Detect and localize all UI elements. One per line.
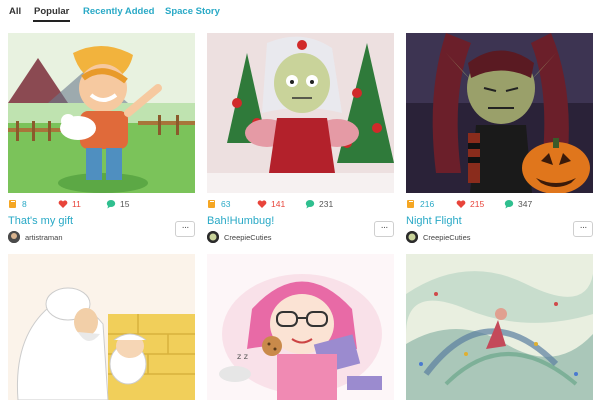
ellipsis-icon: ··· xyxy=(380,222,389,233)
more-options-button[interactable]: ··· xyxy=(374,221,394,237)
avatar xyxy=(406,231,418,243)
story-card xyxy=(8,254,195,400)
comments-stat[interactable]: 347 xyxy=(504,199,532,209)
comments-stat[interactable]: 231 xyxy=(305,199,333,209)
story-title[interactable]: Night Flight xyxy=(406,215,462,227)
tab-space-story[interactable]: Space Story xyxy=(165,6,220,17)
author-name: CreepieCuties xyxy=(423,232,471,242)
heart-icon xyxy=(257,200,267,208)
more-options-button[interactable]: ··· xyxy=(573,221,593,237)
story-author[interactable]: CreepieCuties xyxy=(406,230,471,244)
story-card: 216 215 347 Night Flight CreepieCuties ·… xyxy=(406,33,593,248)
likes-count: 141 xyxy=(271,199,286,209)
story-title[interactable]: That's my gift xyxy=(8,215,73,227)
story-author[interactable]: artistraman xyxy=(8,230,63,244)
story-cover-image[interactable] xyxy=(406,33,593,193)
story-card: 8 11 15 That's my gift artistraman ··· xyxy=(8,33,195,248)
reads-stat: 63 xyxy=(207,199,230,209)
reading-girl-illustration: z z xyxy=(207,254,394,400)
story-cover-image[interactable] xyxy=(406,254,593,400)
grandfather-child-illustration xyxy=(8,254,195,400)
svg-text:z z: z z xyxy=(237,352,248,361)
reads-stat: 8 xyxy=(8,199,27,209)
ellipsis-icon: ··· xyxy=(579,222,588,233)
tab-recently-added[interactable]: Recently Added xyxy=(83,6,154,17)
story-stats: 216 215 347 xyxy=(406,199,593,211)
avatar xyxy=(8,231,20,243)
speech-bubble-icon xyxy=(305,200,315,209)
avatar xyxy=(207,231,219,243)
boy-with-cat-illustration xyxy=(8,33,195,193)
book-icon xyxy=(208,200,215,208)
speech-bubble-icon xyxy=(504,200,514,209)
reads-count: 8 xyxy=(22,199,27,209)
story-stats: 8 11 15 xyxy=(8,199,195,211)
comments-stat[interactable]: 15 xyxy=(106,199,129,209)
category-tabs: All Popular Recently Added Space Story xyxy=(0,0,600,22)
story-cover-image[interactable] xyxy=(8,254,195,400)
story-cover-image[interactable] xyxy=(8,33,195,193)
story-cover-image[interactable]: z z xyxy=(207,254,394,400)
tab-popular[interactable]: Popular xyxy=(32,6,71,22)
story-title[interactable]: Bah!Humbug! xyxy=(207,215,274,227)
comments-count: 15 xyxy=(120,199,130,209)
book-icon xyxy=(9,200,16,208)
likes-stat[interactable]: 141 xyxy=(257,199,285,209)
comments-count: 347 xyxy=(518,199,533,209)
story-cover-image[interactable] xyxy=(207,33,394,193)
christmas-girl-illustration xyxy=(207,33,394,193)
tab-all[interactable]: All xyxy=(9,6,21,17)
comments-count: 231 xyxy=(319,199,334,209)
reads-count: 216 xyxy=(420,199,435,209)
reads-stat: 216 xyxy=(406,199,434,209)
heart-icon xyxy=(58,200,68,208)
likes-count: 11 xyxy=(72,199,81,209)
likes-stat[interactable]: 215 xyxy=(456,199,484,209)
story-card: z z xyxy=(207,254,394,400)
reads-count: 63 xyxy=(221,199,231,209)
likes-stat[interactable]: 11 xyxy=(58,199,81,209)
author-name: artistraman xyxy=(25,232,63,242)
fantasy-swirl-illustration xyxy=(406,254,593,400)
halloween-vampire-illustration xyxy=(406,33,593,193)
likes-count: 215 xyxy=(470,199,485,209)
story-stats: 63 141 231 xyxy=(207,199,394,211)
author-name: CreepieCuties xyxy=(224,232,272,242)
story-card: 63 141 231 Bah!Humbug! CreepieCuties ··· xyxy=(207,33,394,248)
story-author[interactable]: CreepieCuties xyxy=(207,230,272,244)
ellipsis-icon: ··· xyxy=(181,222,190,233)
book-icon xyxy=(407,200,414,208)
speech-bubble-icon xyxy=(106,200,116,209)
more-options-button[interactable]: ··· xyxy=(175,221,195,237)
story-card xyxy=(406,254,593,400)
heart-icon xyxy=(456,200,466,208)
